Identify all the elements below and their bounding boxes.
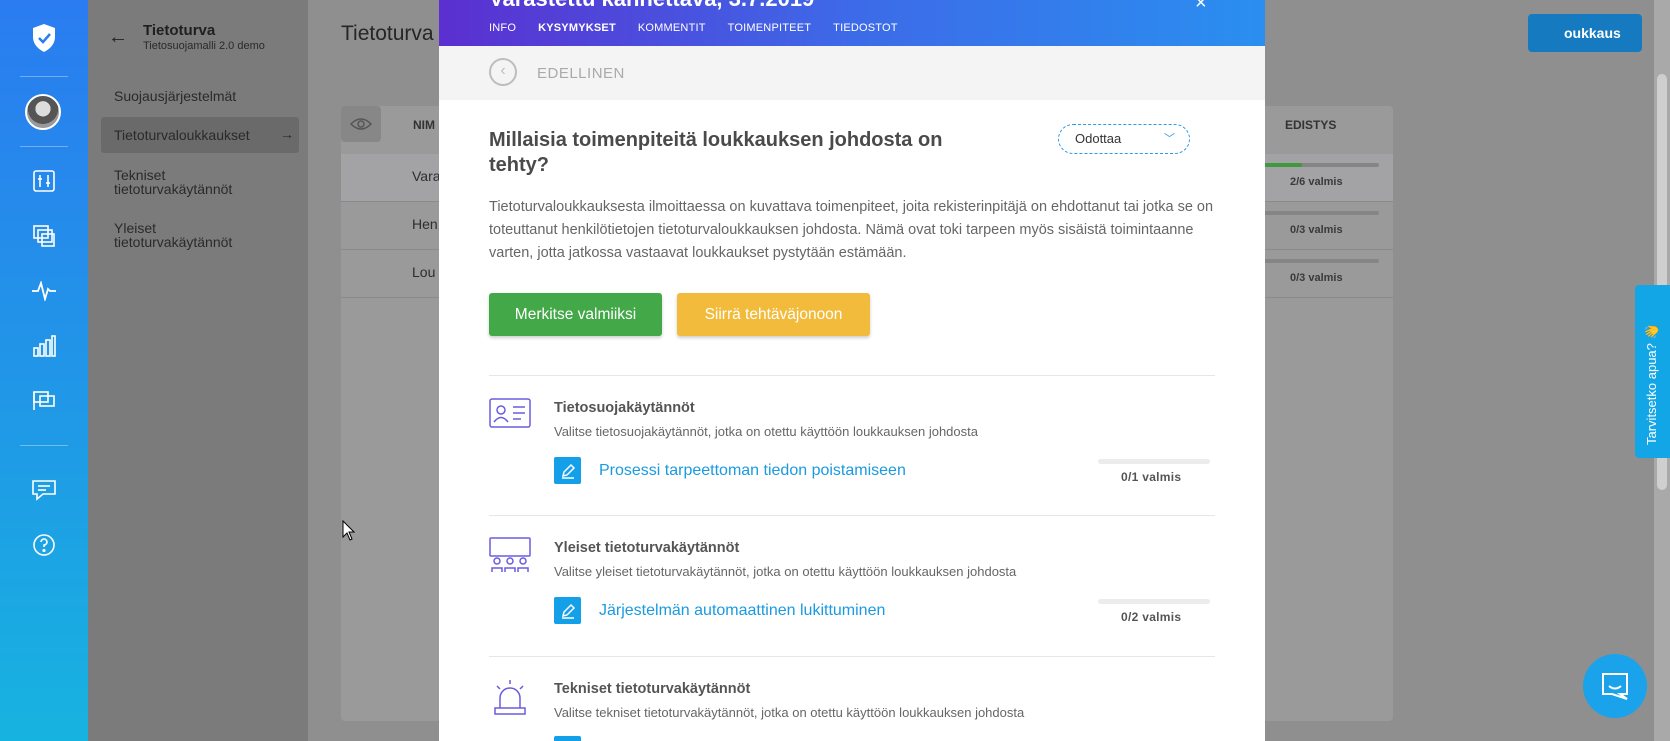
question-modal: Varastettu kannettava, 3.7.2019 × INFO K… (439, 0, 1265, 741)
task-progress: 0/2 valmis (1121, 610, 1182, 624)
avatar[interactable] (25, 94, 61, 130)
subnav-item-tekniset[interactable]: Tekniset tietoturvakäytännöt (114, 168, 232, 196)
section-title: Tekniset tietoturvakäytännöt (554, 681, 751, 697)
subnav-item-label: Yleiset (114, 220, 157, 236)
new-breach-button[interactable]: oukkaus (1528, 14, 1642, 52)
modal-title: Varastettu kannettava, 3.7.2019 (489, 0, 814, 12)
page-title: Tietoturva (341, 22, 434, 45)
row-progress-bar (1264, 163, 1379, 167)
help-tab-label: Tarvitsetko apua? 👋 (1644, 323, 1659, 445)
chat-icon[interactable] (28, 474, 60, 506)
subnav-item-label: tietoturvakäytännöt (114, 181, 233, 197)
row-name: Vara (412, 168, 441, 184)
row-progress-bar (1264, 211, 1379, 215)
icon-rail (0, 0, 88, 741)
chevron-down-icon: ﹀ (1164, 133, 1175, 145)
modal-tabs: INFO KYSYMYKSET KOMMENTIT TOIMENPITEET T… (489, 22, 898, 34)
row-progress-bar (1264, 259, 1379, 263)
subnav-item-label: tietoturvakäytännöt (114, 234, 233, 250)
row-name: Hen (412, 216, 438, 232)
chevron-left-icon[interactable]: ‹ (489, 58, 517, 86)
subnav-item-yleiset[interactable]: Yleiset tietoturvakäytännöt (114, 221, 232, 249)
section-title: Tietosuojakäytännöt (554, 400, 695, 416)
tab-info[interactable]: INFO (489, 22, 516, 34)
row-name: Lou (412, 264, 436, 280)
task-link[interactable]: Prosessi tarpeettoman tiedon poistamisee… (599, 462, 906, 480)
section-divider (489, 515, 1215, 516)
tab-toimenpiteet[interactable]: TOIMENPITEET (728, 22, 811, 34)
status-dropdown[interactable]: Odottaa ﹀ (1058, 124, 1190, 154)
chat-bubble-icon (1602, 673, 1628, 700)
status-value: Odottaa (1075, 131, 1122, 146)
subnav-item-label: Tekniset (114, 167, 166, 183)
edit-icon[interactable] (554, 457, 581, 484)
help-tab[interactable]: Tarvitsetko apua? 👋 (1635, 285, 1670, 458)
bar-chart-icon[interactable] (28, 330, 60, 362)
sub-navigation: ← Tietoturva Tietosuojamalli 2.0 demo Su… (88, 0, 308, 741)
rail-divider (20, 445, 68, 446)
rail-divider (20, 76, 68, 77)
task-link[interactable]: Järjestelmän automaattinen lukittuminen (599, 602, 885, 620)
eye-icon[interactable] (341, 106, 381, 142)
task-progress: 0/1 valmis (1121, 470, 1182, 484)
section-description: Valitse yleiset tietoturvakäytännöt, jot… (554, 564, 1017, 579)
previous-bar: ‹ EDELLINEN (439, 46, 1265, 100)
section-divider (489, 375, 1215, 376)
audience-icon (489, 537, 531, 573)
section-subtitle: Tietosuojamalli 2.0 demo (143, 40, 265, 52)
section-title: Tietoturva (143, 22, 216, 39)
pulse-icon[interactable] (28, 275, 60, 307)
shield-logo-icon[interactable] (28, 22, 60, 54)
mouse-cursor-icon (342, 520, 356, 541)
tab-kommentit[interactable]: KOMMENTIT (638, 22, 706, 34)
flag-icon[interactable] (28, 384, 60, 416)
sliders-icon[interactable] (28, 165, 60, 197)
tab-tiedostot[interactable]: TIEDOSTOT (833, 22, 898, 34)
alarm-light-icon (489, 678, 531, 715)
back-arrow-icon[interactable]: ← (108, 26, 128, 49)
arrow-right-icon: → (280, 126, 294, 142)
section-description: Valitse tietosuojakäytännöt, jotka on ot… (554, 424, 978, 439)
column-header-progress[interactable]: EDISTYS (1285, 118, 1336, 132)
section-title: Yleiset tietoturvakäytännöt (554, 540, 740, 556)
previous-button[interactable]: EDELLINEN (537, 65, 625, 82)
question-description: Tietoturvaloukkauksesta ilmoittaessa on … (489, 199, 1214, 261)
section-divider (489, 656, 1215, 657)
subnav-item-suojausjarjestelmat[interactable]: Suojausjärjestelmät (114, 89, 236, 103)
move-to-queue-button[interactable]: Siirrä tehtäväjonoon (677, 293, 870, 336)
mark-done-button[interactable]: Merkitse valmiiksi (489, 293, 662, 336)
edit-icon[interactable] (554, 597, 581, 624)
row-progress: 2/6 valmis (1290, 176, 1343, 188)
question-title: Millaisia toimenpiteitä loukkauksen johd… (489, 129, 943, 176)
layers-icon[interactable] (28, 220, 60, 252)
modal-header: Varastettu kannettava, 3.7.2019 × INFO K… (439, 0, 1265, 46)
rail-divider (20, 146, 68, 147)
column-header-name[interactable]: NIM (413, 118, 435, 132)
task-progress-bar (1098, 599, 1210, 604)
edit-icon[interactable] (554, 736, 581, 741)
chat-launcher-button[interactable] (1583, 654, 1647, 718)
section-description: Valitse tekniset tietoturvakäytännöt, jo… (554, 705, 1025, 720)
row-progress: 0/3 valmis (1290, 224, 1343, 236)
tab-kysymykset[interactable]: KYSYMYKSET (538, 22, 616, 34)
row-progress: 0/3 valmis (1290, 272, 1343, 284)
subnav-item-tietoturvaloukkaukset[interactable]: Tietoturvaloukkaukset (114, 128, 250, 142)
close-icon[interactable]: × (1195, 0, 1207, 15)
help-icon[interactable] (28, 529, 60, 561)
id-card-icon (489, 398, 531, 434)
task-progress-bar (1098, 459, 1210, 464)
